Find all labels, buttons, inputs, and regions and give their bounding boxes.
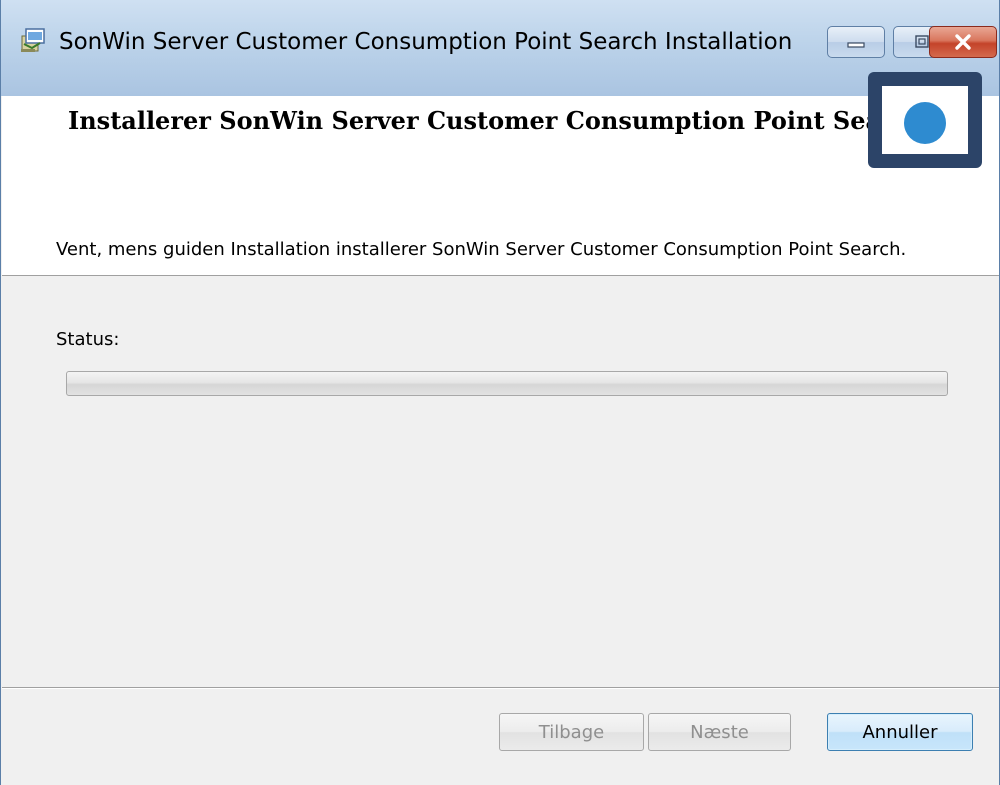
close-icon: [955, 34, 971, 50]
window-title: SonWin Server Customer Consumption Point…: [59, 29, 793, 55]
next-button[interactable]: Næste: [648, 713, 791, 751]
installation-progress-bar: [66, 371, 948, 396]
footer-divider: [2, 687, 999, 689]
close-button[interactable]: [929, 26, 997, 58]
banner-title: Installerer SonWin Server Customer Consu…: [68, 106, 926, 135]
back-button[interactable]: Tilbage: [499, 713, 644, 751]
title-bar[interactable]: SonWin Server Customer Consumption Point…: [1, 0, 999, 96]
installer-package-icon: [21, 28, 45, 52]
logo-panel: [882, 86, 968, 154]
installation-message: Vent, mens guiden Installation installer…: [56, 239, 907, 260]
installer-window: SonWin Server Customer Consumption Point…: [0, 0, 1000, 785]
minimize-icon: [847, 42, 865, 48]
minimize-button[interactable]: [827, 26, 885, 58]
status-label: Status:: [56, 329, 120, 350]
cancel-button[interactable]: Annuller: [827, 713, 973, 751]
brand-logo-icon: [868, 72, 982, 168]
logo-dot: [904, 102, 946, 144]
